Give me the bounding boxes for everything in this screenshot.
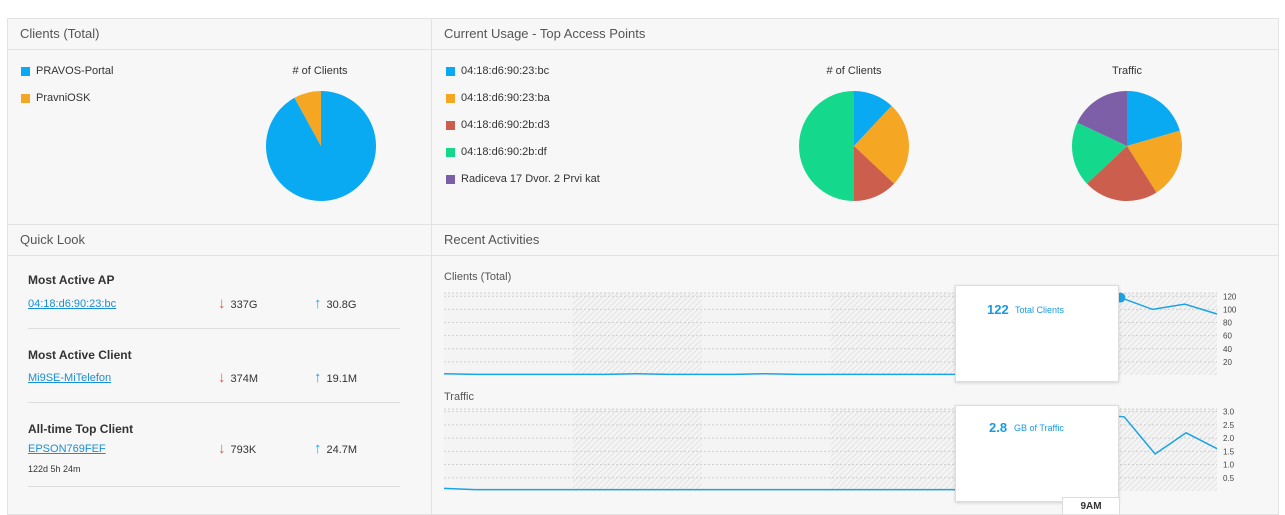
legend-item-ap-5[interactable]: Radiceva 17 Dvor. 2 Prvi kat	[446, 172, 600, 186]
legend-swatch	[446, 66, 455, 76]
legend-swatch	[446, 93, 455, 103]
clients-tooltip-value: 122	[987, 302, 1009, 317]
y-tick-label: 2.0	[1223, 434, 1235, 443]
legend-label: PravniOSK	[36, 92, 91, 104]
ql-heading: Most Active Client	[28, 348, 132, 362]
legend-item-ap-4[interactable]: 04:18:d6:90:2b:df	[446, 145, 600, 159]
ql-heading: Most Active AP	[28, 273, 115, 287]
traffic-tooltip-value: 2.8	[989, 420, 1008, 435]
top-access-points-title: Current Usage - Top Access Points	[432, 19, 1278, 50]
clients-line-label: Clients (Total)	[444, 271, 512, 283]
y-tick-label: 0.5	[1223, 474, 1235, 483]
y-tick-label: 20	[1223, 358, 1232, 367]
time-label-badge: 9AM	[1062, 497, 1120, 514]
ql-upload: ↑ 19.1M	[314, 369, 357, 386]
arrow-down-icon: ↓	[218, 440, 226, 457]
hatch-band	[830, 293, 960, 375]
ql-upload-value: 19.1M	[326, 373, 358, 385]
legend-label: 04:18:d6:90:2b:df	[461, 146, 547, 158]
clients-total-panel: Clients (Total) PRAVOS-Portal PravniOSK …	[7, 18, 432, 225]
clients-legend: PRAVOS-Portal PravniOSK	[21, 64, 113, 118]
clients-pie-chart[interactable]	[265, 90, 377, 202]
arrow-up-icon: ↑	[314, 440, 322, 457]
legend-label: 04:18:d6:90:23:ba	[461, 92, 550, 104]
quick-look-item: Most Active AP 04:18:d6:90:23:bc ↓ 337G ↑…	[28, 269, 400, 329]
legend-swatch	[446, 174, 455, 184]
ap-traffic-pie-title: Traffic	[1112, 65, 1142, 77]
access-points-legend: 04:18:d6:90:23:bc 04:18:d6:90:23:ba 04:1…	[446, 64, 600, 199]
quick-look-title: Quick Look	[8, 225, 431, 256]
legend-label: Radiceva 17 Dvor. 2 Prvi kat	[461, 173, 600, 185]
ql-name-link[interactable]: 04:18:d6:90:23:bc	[28, 298, 116, 310]
ql-name-link[interactable]: Mi9SE-MiTelefon	[28, 372, 111, 384]
legend-item-ap-2[interactable]: 04:18:d6:90:23:ba	[446, 91, 600, 105]
traffic-line-label: Traffic	[444, 391, 474, 403]
traffic-tooltip: 2.8 GB of Traffic	[955, 405, 1119, 502]
ql-download-value: 374M	[230, 373, 259, 385]
legend-item-ap-3[interactable]: 04:18:d6:90:2b:d3	[446, 118, 600, 132]
legend-label: PRAVOS-Portal	[36, 65, 114, 77]
y-tick-label: 1.5	[1223, 447, 1235, 456]
ql-download-value: 337G	[230, 299, 258, 311]
ql-download: ↓ 793K	[218, 440, 256, 457]
ap-clients-pie-title: # of Clients	[826, 65, 882, 77]
legend-swatch	[446, 147, 455, 157]
clients-pie-title: # of Clients	[292, 65, 348, 77]
hatch-band	[572, 409, 702, 491]
y-tick-label: 60	[1223, 332, 1232, 341]
ap-clients-pie-chart[interactable]	[798, 90, 910, 202]
legend-label: 04:18:d6:90:2b:d3	[461, 119, 550, 131]
y-tick-label: 40	[1223, 345, 1232, 354]
clients-tooltip-text: Total Clients	[1015, 305, 1065, 315]
clients-total-title: Clients (Total)	[8, 19, 431, 50]
ql-upload-value: 24.7M	[326, 444, 358, 456]
ql-duration: 122d 5h 24m	[28, 464, 81, 474]
legend-item-pravos-portal[interactable]: PRAVOS-Portal	[21, 64, 113, 78]
clients-tooltip: 122 Total Clients	[955, 285, 1119, 382]
recent-activities-title: Recent Activities	[432, 225, 1278, 256]
hatch-band	[830, 409, 960, 491]
y-tick-label: 1.0	[1223, 461, 1235, 470]
legend-item-pravniosk[interactable]: PravniOSK	[21, 91, 113, 105]
traffic-line-chart[interactable]: 0.5 1.0 1.5 2.0 2.5 3.0	[444, 407, 1264, 497]
legend-label: 04:18:d6:90:23:bc	[461, 65, 550, 77]
legend-swatch	[21, 93, 30, 103]
y-tick-label: 100	[1223, 305, 1237, 314]
ql-upload: ↑ 24.7M	[314, 440, 357, 457]
recent-activities-panel: Recent Activities Clients (Total) 20 40 60…	[431, 224, 1279, 515]
y-tick-label: 3.0	[1223, 408, 1235, 417]
traffic-tooltip-text: GB of Traffic	[1014, 423, 1064, 433]
arrow-up-icon: ↑	[314, 295, 322, 312]
pie-slice-04-18-d6-90-2b-df[interactable]	[799, 91, 854, 201]
ql-upload-value: 30.8G	[326, 299, 357, 311]
hatch-band	[572, 293, 702, 375]
clients-line-chart[interactable]: 20 40 60 80 100 120	[444, 291, 1264, 381]
quick-look-panel: Quick Look Most Active AP 04:18:d6:90:23…	[7, 224, 432, 515]
ql-download: ↓ 337G	[218, 295, 257, 312]
y-tick-label: 120	[1223, 292, 1237, 301]
arrow-down-icon: ↓	[218, 369, 226, 386]
arrow-down-icon: ↓	[218, 295, 226, 312]
ql-heading: All-time Top Client	[28, 422, 134, 436]
top-access-points-panel: Current Usage - Top Access Points 04:18:…	[431, 18, 1279, 225]
y-tick-label: 2.5	[1223, 421, 1235, 430]
ql-download-value: 793K	[230, 444, 257, 456]
ql-upload: ↑ 30.8G	[314, 295, 356, 312]
arrow-up-icon: ↑	[314, 369, 322, 386]
legend-swatch	[446, 120, 455, 130]
y-tick-label: 80	[1223, 319, 1232, 328]
legend-item-ap-1[interactable]: 04:18:d6:90:23:bc	[446, 64, 600, 78]
ql-name-link[interactable]: EPSON769FEF	[28, 443, 106, 455]
legend-swatch	[21, 66, 30, 76]
ql-download: ↓ 374M	[218, 369, 258, 386]
quick-look-item: All-time Top Client EPSON769FEF 122d 5h …	[28, 418, 400, 487]
ap-traffic-pie-chart[interactable]	[1071, 90, 1183, 202]
quick-look-item: Most Active Client Mi9SE-MiTelefon ↓ 374M…	[28, 343, 400, 403]
